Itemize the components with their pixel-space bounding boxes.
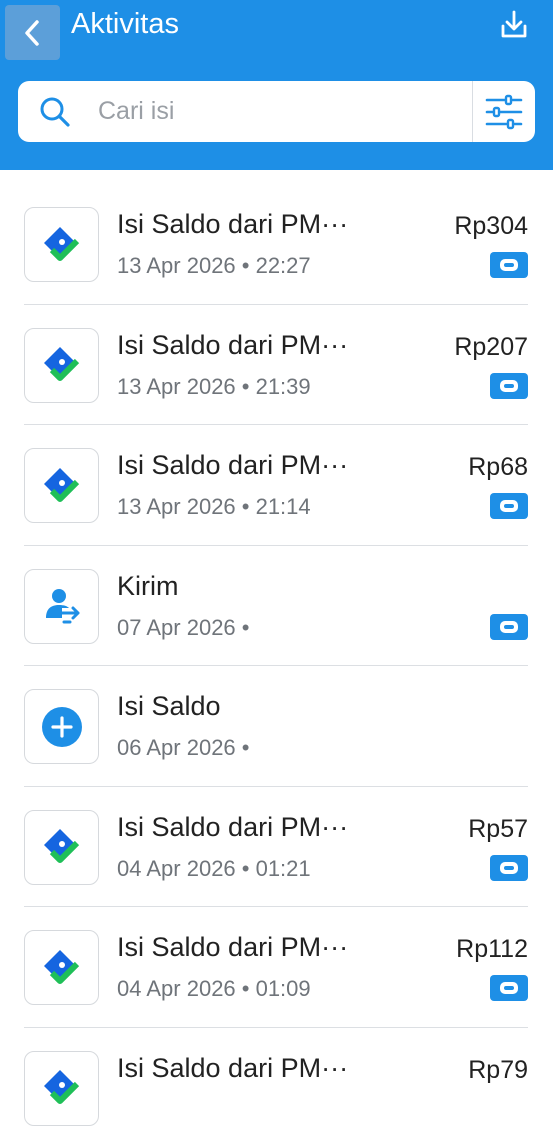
transaction-date: 04 Apr 2026 • 01:09 xyxy=(117,976,311,1002)
download-icon xyxy=(497,8,531,42)
transaction-row[interactable]: Isi Saldo dari PM··· Rp79 xyxy=(0,1028,553,1148)
wallet-diamond-icon xyxy=(40,1066,84,1110)
wallet-diamond-icon xyxy=(40,343,84,387)
search-icon xyxy=(39,96,71,128)
wallet-diamond-icon xyxy=(40,825,84,869)
wallet-badge-icon xyxy=(490,855,528,881)
transaction-name: Isi Saldo dari PM··· xyxy=(117,812,348,843)
transaction-row[interactable]: Isi Saldo dari PM··· 04 Apr 2026 • 01:09… xyxy=(0,907,553,1028)
transaction-date: 04 Apr 2026 • 01:21 xyxy=(117,856,311,882)
wallet-diamond-icon xyxy=(40,946,84,990)
wallet-diamond-icon xyxy=(40,464,84,508)
transaction-amount: Rp79 xyxy=(468,1056,528,1085)
transaction-name: Isi Saldo dari PM··· xyxy=(117,209,348,240)
transaction-date: 13 Apr 2026 • 21:39 xyxy=(117,374,311,400)
search-divider xyxy=(472,81,473,142)
transaction-date: 13 Apr 2026 • 21:14 xyxy=(117,494,311,520)
transaction-icon-box xyxy=(24,810,99,885)
transaction-icon-box xyxy=(24,1051,99,1126)
transaction-row[interactable]: Kirim 07 Apr 2026 • xyxy=(0,546,553,667)
transaction-name: Isi Saldo dari PM··· xyxy=(117,450,348,481)
plus-circle-icon xyxy=(40,705,84,749)
transaction-name: Isi Saldo dari PM··· xyxy=(117,1053,348,1084)
wallet-badge-icon xyxy=(490,975,528,1001)
transaction-name: Isi Saldo dari PM··· xyxy=(117,932,348,963)
transaction-icon-box xyxy=(24,930,99,1005)
transaction-icon-box xyxy=(24,448,99,523)
transaction-name: Isi Saldo dari PM··· xyxy=(117,330,348,361)
chevron-left-icon xyxy=(20,18,46,48)
transaction-row[interactable]: Isi Saldo dari PM··· 13 Apr 2026 • 21:14… xyxy=(0,425,553,546)
back-button[interactable] xyxy=(5,5,60,60)
transaction-amount: Rp68 xyxy=(468,453,528,482)
transaction-row[interactable]: Isi Saldo dari PM··· 04 Apr 2026 • 01:21… xyxy=(0,787,553,908)
transaction-list: Isi Saldo dari PM··· 13 Apr 2026 • 22:27… xyxy=(0,184,553,1148)
transaction-row[interactable]: Isi Saldo 06 Apr 2026 • xyxy=(0,666,553,787)
transaction-amount: Rp112 xyxy=(456,935,528,964)
transaction-icon-box xyxy=(24,569,99,644)
wallet-badge-icon xyxy=(490,373,528,399)
app-header: Aktivitas xyxy=(0,0,553,170)
transaction-row[interactable]: Isi Saldo dari PM··· 13 Apr 2026 • 21:39… xyxy=(0,305,553,426)
transaction-amount: Rp57 xyxy=(468,815,528,844)
sliders-icon[interactable] xyxy=(484,94,524,130)
transaction-amount: Rp304 xyxy=(454,212,528,241)
wallet-diamond-icon xyxy=(40,223,84,267)
transaction-icon-box xyxy=(24,689,99,764)
wallet-badge-icon xyxy=(490,614,528,640)
transaction-name: Kirim xyxy=(117,571,179,602)
transaction-date: 13 Apr 2026 • 22:27 xyxy=(117,253,311,279)
page-title: Aktivitas xyxy=(71,8,179,41)
transaction-row[interactable]: Isi Saldo dari PM··· 13 Apr 2026 • 22:27… xyxy=(0,184,553,305)
search-bar xyxy=(18,81,535,142)
transaction-icon-box xyxy=(24,328,99,403)
search-input[interactable] xyxy=(98,91,458,131)
transaction-date: 07 Apr 2026 • xyxy=(117,615,249,641)
transaction-icon-box xyxy=(24,207,99,282)
transaction-date: 06 Apr 2026 • xyxy=(117,735,249,761)
transaction-amount: Rp207 xyxy=(454,333,528,362)
wallet-badge-icon xyxy=(490,493,528,519)
transaction-name: Isi Saldo xyxy=(117,691,221,722)
download-button[interactable] xyxy=(497,8,531,42)
person-transfer-icon xyxy=(40,584,84,628)
wallet-badge-icon xyxy=(490,252,528,278)
